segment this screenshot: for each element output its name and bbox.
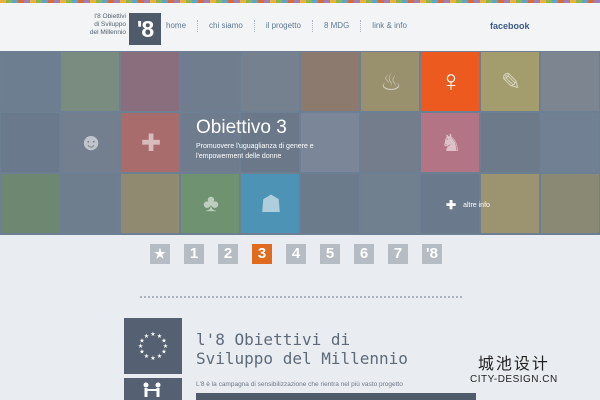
more-info-link[interactable]: ✚ altre info [446,198,490,212]
goal-tile-female-symbol[interactable]: ♀ [421,52,479,111]
medicine-jar-icon: ✚ [140,129,162,157]
nav-link-info[interactable]: link & info [360,20,418,32]
mosaic-tile [181,52,239,111]
clover-icon: ♣ [203,190,219,217]
mosaic-tile [121,174,179,233]
pager-goal-1[interactable]: 1 [184,244,204,264]
site-logo[interactable]: l'8 Obiettivi di Sviluppo del Millennio … [88,13,161,45]
mosaic-tile [361,174,419,233]
goal-tile-mother-child[interactable]: ♞ [421,113,479,172]
goal-tile-people-group[interactable]: ☗ [241,174,299,233]
svg-text:★: ★ [144,333,149,340]
mosaic-tile [61,52,119,111]
svg-text:★: ★ [157,353,162,360]
mosaic-tile [541,52,599,111]
mosaic-tile [541,113,599,172]
mosaic-tile [301,174,359,233]
goal-pager: ★ 1 2 3 4 5 6 7 '8 [150,244,456,264]
pager-goal-6[interactable]: 6 [354,244,374,264]
mosaic-tile [241,52,299,111]
mosaic-tile [481,113,539,172]
eu-stars-icon: ★ ★★ ★★★ ★★★ ★★★ [138,331,168,361]
logo-text: l'8 Obiettivi di Sviluppo del Millennio [88,13,126,37]
hero-caption: Obiettivo 3 Promuovere l'uguaglianza di … [196,117,320,162]
nav-home[interactable]: home [155,20,197,32]
pager-goal-8[interactable]: '8 [422,244,442,264]
hero-mosaic: ♨ ♀ ✎ ☻ ✚ ♞ ♣ ☗ Obiettivo 3 Promuovere l'uguagl… [0,51,600,235]
logo-line: di Sviluppo [94,21,126,28]
pager-goal-4[interactable]: 4 [286,244,306,264]
nav-chi-siamo[interactable]: chi siamo [197,20,254,32]
mission-title-line: l'8 Obiettivi di [196,330,351,349]
pager-goal-3[interactable]: 3 [252,244,272,264]
nav-il-progetto[interactable]: il progetto [253,20,312,32]
goal-tile-pencil[interactable]: ✎ [481,52,539,111]
hero-description: Promuovere l'uguaglianza di genere e l'e… [196,143,314,160]
goal-tile-teddy-bear[interactable]: ☻ [61,113,119,172]
eu-flag-box: ★ ★ ★ ★ ★ ★ ★ ★ ★ ★ ★ ★ [124,318,182,374]
mosaic-tile [301,52,359,111]
logo-line: l'8 Obiettivi [94,13,126,20]
pencil-icon: ✎ [500,68,522,96]
mother-child-icon: ♞ [440,129,462,157]
pager-goal-2[interactable]: 2 [218,244,238,264]
svg-text:★: ★ [150,355,155,361]
hero-title: Obiettivo 3 [196,117,287,138]
main-nav: home chi siamo il progetto 8 MDG link & … [155,20,418,32]
people-group-icon: ☗ [260,190,282,218]
mosaic-tile [121,52,179,111]
goal-tile-medicine-jar[interactable]: ✚ [121,113,179,172]
facebook-link[interactable]: facebook [490,21,530,31]
mosaic-tile [61,174,119,233]
nav-8-mdg[interactable]: 8 MDG [311,20,360,32]
mission-title-line: Sviluppo del Millennio [196,349,408,368]
pager-goal-5[interactable]: 5 [320,244,340,264]
mosaic-tile [1,52,59,111]
mission-bar [196,393,476,400]
mosaic-tile [361,113,419,172]
walking-people-icon [124,378,182,400]
mission-section: ★ ★ ★ ★ ★ ★ ★ ★ ★ ★ ★ ★ l'8 Obiettivi di Svilupp… [124,318,476,400]
goal-tile-clover[interactable]: ♣ [181,174,239,233]
mosaic-tile [1,174,59,233]
svg-text:★: ★ [150,331,155,338]
mission-text: L'8 è la campagna di sensibilizzazione c… [196,381,403,388]
logo-line: del Millennio [89,29,126,36]
plus-icon: ✚ [446,198,457,212]
goal-tile-bowl[interactable]: ♨ [361,52,419,111]
bowl-icon: ♨ [380,68,402,96]
site-header: l'8 Obiettivi di Sviluppo del Millennio … [0,3,600,51]
pager-goal-7[interactable]: 7 [388,244,408,264]
watermark-cn: 城池设计 [477,356,550,373]
mosaic-tile [1,113,59,172]
teddy-bear-icon: ☻ [78,129,104,156]
watermark-en: CITY-DESIGN.CN [470,374,558,385]
mosaic-tile [541,174,599,233]
more-info-label: altre info [463,201,490,209]
pager-home-star[interactable]: ★ [150,244,170,264]
dotted-divider [140,296,462,298]
watermark: 城池设计 CITY-DESIGN.CN [470,350,558,385]
female-symbol-icon: ♀ [439,65,463,98]
mission-title: l'8 Obiettivi di Sviluppo del Millennio [196,330,408,368]
